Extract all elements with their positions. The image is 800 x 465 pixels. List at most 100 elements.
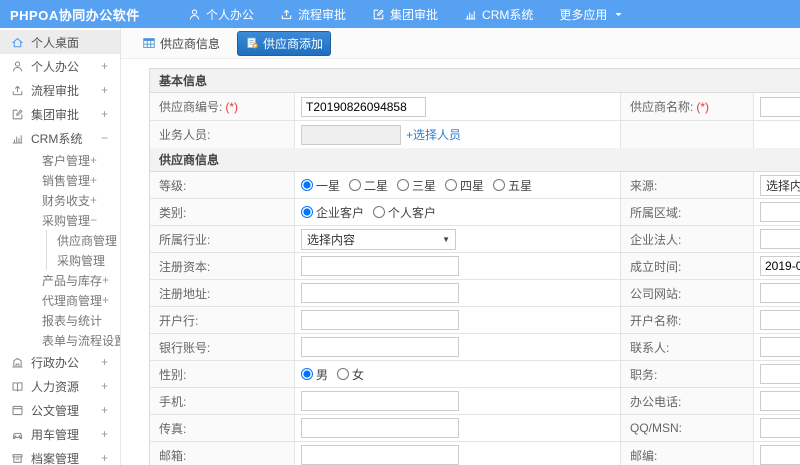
sidebar-item-4[interactable]: 集团审批 + [0, 102, 120, 126]
sidebar-subitem-5-6[interactable]: 代理商管理 + [0, 290, 120, 310]
expand-icon[interactable]: + [101, 83, 108, 97]
expand-icon[interactable]: + [101, 59, 108, 73]
website-input[interactable] [760, 283, 800, 303]
field-label-text: 传真: [159, 421, 187, 436]
sidebar-item-1[interactable]: 个人桌面 [0, 30, 120, 54]
sidebar-item-label: 代理商管理 [42, 293, 103, 308]
sidebar-subitem-5-5[interactable]: 产品与库存 + [0, 270, 120, 290]
sidebar-subitem-5-8[interactable]: 表单与流程设置+ [0, 330, 120, 350]
expand-icon[interactable]: + [101, 427, 108, 441]
registered-address-input[interactable] [301, 283, 459, 303]
category-option-1[interactable]: 企业客户 [301, 204, 364, 221]
category-radio-1[interactable] [301, 206, 313, 218]
nav-item-2[interactable]: 流程审批 [280, 6, 346, 23]
gender-radio-1[interactable] [301, 368, 313, 380]
office-phone-input[interactable] [760, 391, 800, 411]
region-input[interactable] [760, 202, 800, 222]
level-option-3[interactable]: 三星 [397, 177, 436, 194]
category-option-2[interactable]: 个人客户 [373, 204, 436, 221]
supplier-add-form: 基本信息供应商编号:(*)供应商名称:(*)业务人员:+选择人员供应商信息等级:… [149, 68, 800, 465]
expand-icon[interactable]: + [101, 379, 108, 393]
field-label-text: 等级: [159, 178, 187, 193]
sidebar-subitem-5-1[interactable]: 客户管理 + [0, 150, 120, 170]
tab-1[interactable]: 供应商信息 [135, 32, 227, 55]
home-icon [11, 36, 24, 49]
sidebar-item-10[interactable]: 档案管理 + [0, 446, 120, 465]
level-radio-2[interactable] [349, 179, 362, 191]
mobile-input[interactable] [301, 391, 459, 411]
field-label-text: 成立时间: [630, 259, 682, 274]
founded-date-input[interactable] [760, 256, 800, 276]
nav-item-1[interactable]: 个人办公 [188, 6, 254, 23]
gender-option-2[interactable]: 女 [337, 366, 364, 383]
gender-radio-2[interactable] [337, 368, 350, 380]
sidebar-subitem-5-3[interactable]: 财务收支 + [0, 190, 120, 210]
sidebar-item-6[interactable]: 行政办公 + [0, 350, 120, 374]
expand-icon[interactable]: + [101, 403, 108, 417]
expand-icon[interactable]: + [90, 193, 109, 207]
account-name-input[interactable] [760, 310, 800, 330]
sidebar: 个人桌面 个人办公 + 流程审批 + 集团审批 + CRM系统 − 客户管理 + 销售管理 + 财务收支 +… [0, 28, 121, 465]
tab-2[interactable]: 供应商添加 [237, 30, 332, 56]
level-radio-3[interactable] [397, 179, 410, 191]
industry-select[interactable]: 选择内容 ▼ [301, 228, 456, 250]
sidebar-item-5[interactable]: CRM系统 − [0, 126, 120, 150]
qq-msn-input[interactable] [760, 418, 800, 438]
level-radio-1[interactable] [301, 179, 313, 191]
business-person-input[interactable] [301, 124, 401, 145]
level-radio-4[interactable] [445, 179, 458, 191]
contact-input[interactable] [760, 337, 800, 357]
level-radio-5[interactable] [493, 179, 506, 191]
expand-icon[interactable]: + [102, 293, 120, 307]
zip-input[interactable] [760, 445, 800, 465]
level-option-4[interactable]: 四星 [445, 177, 484, 194]
bank-input[interactable] [301, 310, 459, 330]
sidebar-subitem-5-4-2[interactable]: 采购管理 [46, 250, 120, 270]
radio-label: 企业客户 [316, 205, 365, 220]
nav-item-3[interactable]: 集团审批 [372, 6, 438, 23]
menu-icon[interactable] [146, 6, 162, 22]
sidebar-item-8[interactable]: 公文管理 + [0, 398, 120, 422]
supplier-code-field [295, 93, 621, 120]
form-row: 手机: 办公电话: [150, 388, 800, 415]
source-select[interactable]: 选择内容▼ [760, 174, 800, 196]
expand-icon[interactable]: + [90, 173, 109, 187]
sidebar-item-9[interactable]: 用车管理 + [0, 422, 120, 446]
expand-icon[interactable]: + [101, 107, 108, 121]
category-radio-2[interactable] [373, 206, 386, 218]
collapse-icon[interactable]: − [101, 131, 108, 145]
email-field [295, 442, 621, 465]
sidebar-item-3[interactable]: 流程审批 + [0, 78, 120, 102]
expand-icon[interactable]: + [101, 355, 108, 369]
expand-icon[interactable]: + [102, 273, 120, 287]
level-option-1[interactable]: 一星 [301, 177, 340, 194]
sidebar-item-label: CRM系统 [31, 131, 83, 146]
source-label: 来源: [621, 172, 754, 198]
supplier-code-input[interactable] [301, 96, 426, 117]
level-option-5[interactable]: 五星 [493, 177, 532, 194]
collapse-icon[interactable]: − [90, 213, 109, 227]
sidebar-item-2[interactable]: 个人办公 + [0, 54, 120, 78]
level-radio-group: 一星 二星 三星 四星 五星 [301, 177, 539, 194]
level-option-2[interactable]: 二星 [349, 177, 388, 194]
registered-capital-input[interactable] [301, 256, 459, 276]
sidebar-subitem-5-2[interactable]: 销售管理 + [0, 170, 120, 190]
sidebar-subitem-5-4-1[interactable]: 供应商管理 [46, 230, 120, 250]
sidebar-item-label: 产品与库存 [42, 273, 103, 288]
position-input[interactable] [760, 364, 800, 384]
supplier-name-input[interactable] [760, 96, 800, 117]
sidebar-subitem-5-4[interactable]: 采购管理 − [0, 210, 120, 230]
expand-icon[interactable]: + [101, 451, 108, 465]
expand-icon[interactable]: + [90, 153, 109, 167]
sidebar-subitem-5-7[interactable]: 报表与统计 [0, 310, 120, 330]
email-input[interactable] [301, 445, 459, 465]
sidebar-item-7[interactable]: 人力资源 + [0, 374, 120, 398]
legal-person-input[interactable] [760, 229, 800, 249]
fax-input[interactable] [301, 418, 459, 438]
nav-item-4[interactable]: CRM系统 [464, 6, 533, 23]
position-label: 职务: [621, 361, 754, 387]
nav-item-5[interactable]: 更多应用 [559, 6, 625, 23]
gender-option-1[interactable]: 男 [301, 366, 328, 383]
business-person-picker-link[interactable]: +选择人员 [406, 126, 461, 143]
bank-account-input[interactable] [301, 337, 459, 357]
